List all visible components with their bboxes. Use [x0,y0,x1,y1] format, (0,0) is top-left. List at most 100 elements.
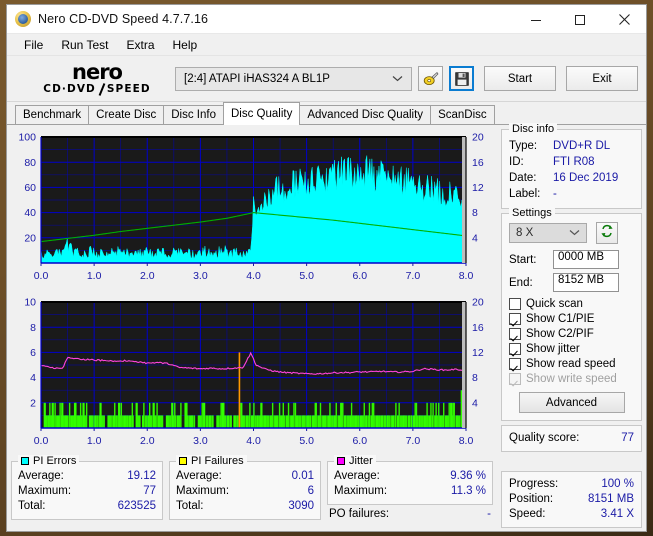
svg-text:20: 20 [24,232,36,244]
quality-score-box: Quality score: 77 [501,425,642,452]
start-input[interactable]: 0000 MB [553,250,619,269]
disc-label-value: - [553,188,557,200]
position-row: Position: 8151 MB [509,492,634,507]
jitter-maximum-row: Maximum: 11.3 % [334,484,486,499]
svg-text:8: 8 [472,372,478,384]
disc-type-label: Type: [509,140,538,152]
quality-score-label: Quality score: [509,432,580,444]
disc-date-label: Date: [509,172,537,184]
toolbar: nero CD·DVD SPEED [2:4] ATAPI iHAS324 A … [7,56,646,102]
application-window: Nero CD-DVD Speed 4.7.7.16 File Run Test… [6,4,647,532]
checkbox-show-read-speed[interactable]: Show read speed [509,358,634,370]
pie-chart: 20 40 60 80 100 4 8 12 16 20 0.0 1.0 2.0 3.0 4.0 5.0 6.0… [11,129,498,292]
settings-box: Settings 8 X Start: 0000 MB End: 8152 MB… [501,207,642,421]
nero-disc-icon [15,11,31,27]
tab-scandisc[interactable]: ScanDisc [430,105,495,124]
pie-chart-svg: 20 40 60 80 100 4 8 12 16 20 0.0 1.0 2.0 3.0 4.0 5.0 6.0… [18,132,484,282]
pi-failures-box: PI Failures Average: 0.01 Maximum: 6 Tot… [169,455,321,520]
logo-sub-left: CD·DVD [43,83,96,96]
pi-failures-maximum-row: Maximum: 6 [176,484,314,499]
quality-score-row: Quality score: 77 [509,431,634,446]
drive-select[interactable]: [2:4] ATAPI iHAS324 A BL1P [175,66,412,91]
checkbox-box [509,298,521,310]
pi-errors-average-value: 19.12 [127,470,156,482]
disc-id-label: ID: [509,156,524,168]
menu-item-run-test[interactable]: Run Test [52,36,117,54]
pi-errors-legend: PI Errors [18,455,80,467]
tab-create-disc[interactable]: Create Disc [88,105,165,124]
svg-text:1.0: 1.0 [87,270,102,282]
pif-jitter-chart-svg: 2 4 6 8 10 4 8 12 16 20 0.0 1.0 2.0 3.0 4.0 5.0 6.0 7.0 8.… [24,297,484,447]
statistics-row: PI Errors Average: 19.12 Maximum: 77 Tot… [11,455,498,524]
start-button[interactable]: Start [484,66,556,91]
pi-failures-average-label: Average: [176,470,222,482]
pi-errors-maximum-value: 77 [143,485,156,497]
speed-select[interactable]: 8 X [509,223,587,243]
checkbox-box [509,343,521,355]
tab-benchmark[interactable]: Benchmark [15,105,90,124]
quality-score-value: 77 [621,432,634,444]
disc-label-row: Label: - [509,186,634,202]
pi-errors-average-row: Average: 19.12 [18,469,156,484]
menu-item-file[interactable]: File [15,36,52,54]
menu-item-extra[interactable]: Extra [117,36,163,54]
svg-text:7.0: 7.0 [406,270,421,282]
checkbox-box [509,358,521,370]
disc-id-row: ID: FTI R08 [509,154,634,170]
save-button[interactable] [449,66,474,91]
advanced-button[interactable]: Advanced [518,392,625,413]
settings-legend: Settings [509,207,555,219]
chevron-down-icon [569,227,580,239]
logo-sub-right: SPEED [106,83,151,96]
pi-errors-total-row: Total: 623525 [18,499,156,514]
checkbox-label: Show write speed [526,373,617,385]
window-title: Nero CD-DVD Speed 4.7.7.16 [38,12,209,26]
charts-column: 20 40 60 80 100 4 8 12 16 20 0.0 1.0 2.0 3.0 4.0 5.0 6.0… [11,129,498,528]
drive-select-value: [2:4] ATAPI iHAS324 A BL1P [184,72,330,85]
svg-text:7.0: 7.0 [406,435,421,447]
pi-failures-legend-label: PI Failures [191,455,244,467]
disc-info-legend: Disc info [509,123,558,135]
svg-text:0.0: 0.0 [34,435,49,447]
refresh-icon [600,224,614,243]
svg-text:4: 4 [472,232,478,244]
pi-failures-average-row: Average: 0.01 [176,469,314,484]
side-panel: Disc info Type: DVD+R DL ID: FTI R08 Dat… [498,123,642,528]
checkbox-show-c2-pif[interactable]: Show C2/PIF [509,328,634,340]
jitter-legend: Jitter [334,455,376,467]
logo-wordmark: nero [72,60,123,84]
tab-advanced-disc-quality[interactable]: Advanced Disc Quality [299,105,432,124]
menu-item-help[interactable]: Help [164,36,207,54]
maximize-button[interactable] [558,5,602,34]
svg-text:6.0: 6.0 [352,270,367,282]
svg-text:2: 2 [30,397,36,409]
progress-value: 100 % [601,478,634,490]
disc-tools-button[interactable] [418,66,443,91]
pi-failures-average-value: 0.01 [291,470,314,482]
checkbox-quick-scan[interactable]: Quick scan [509,298,634,310]
speed-stat-label: Speed: [509,508,546,520]
minimize-button[interactable] [514,5,558,34]
exit-button[interactable]: Exit [566,66,638,91]
jitter-average-value: 9.36 % [450,470,486,482]
svg-text:12: 12 [472,347,484,359]
pi-failures-legend: PI Failures [176,455,247,467]
checkbox-show-c1-pie[interactable]: Show C1/PIE [509,313,634,325]
checkbox-box [509,328,521,340]
close-button[interactable] [602,5,646,34]
jitter-maximum-label: Maximum: [334,485,388,497]
speed-stat-value: 3.41 X [600,508,634,520]
jitter-legend-label: Jitter [349,455,373,467]
tab-disc-quality[interactable]: Disc Quality [223,102,301,125]
refresh-button[interactable] [596,222,618,244]
end-input[interactable]: 8152 MB [553,273,619,292]
svg-text:10: 10 [24,297,36,309]
svg-text:20: 20 [472,132,484,144]
svg-text:20: 20 [472,297,484,309]
speed-stat-row: Speed: 3.41 X [509,507,634,522]
svg-text:3.0: 3.0 [193,435,208,447]
tab-disc-info[interactable]: Disc Info [163,105,224,124]
svg-text:80: 80 [24,157,36,169]
checkbox-box [509,373,521,385]
checkbox-show-jitter[interactable]: Show jitter [509,343,634,355]
